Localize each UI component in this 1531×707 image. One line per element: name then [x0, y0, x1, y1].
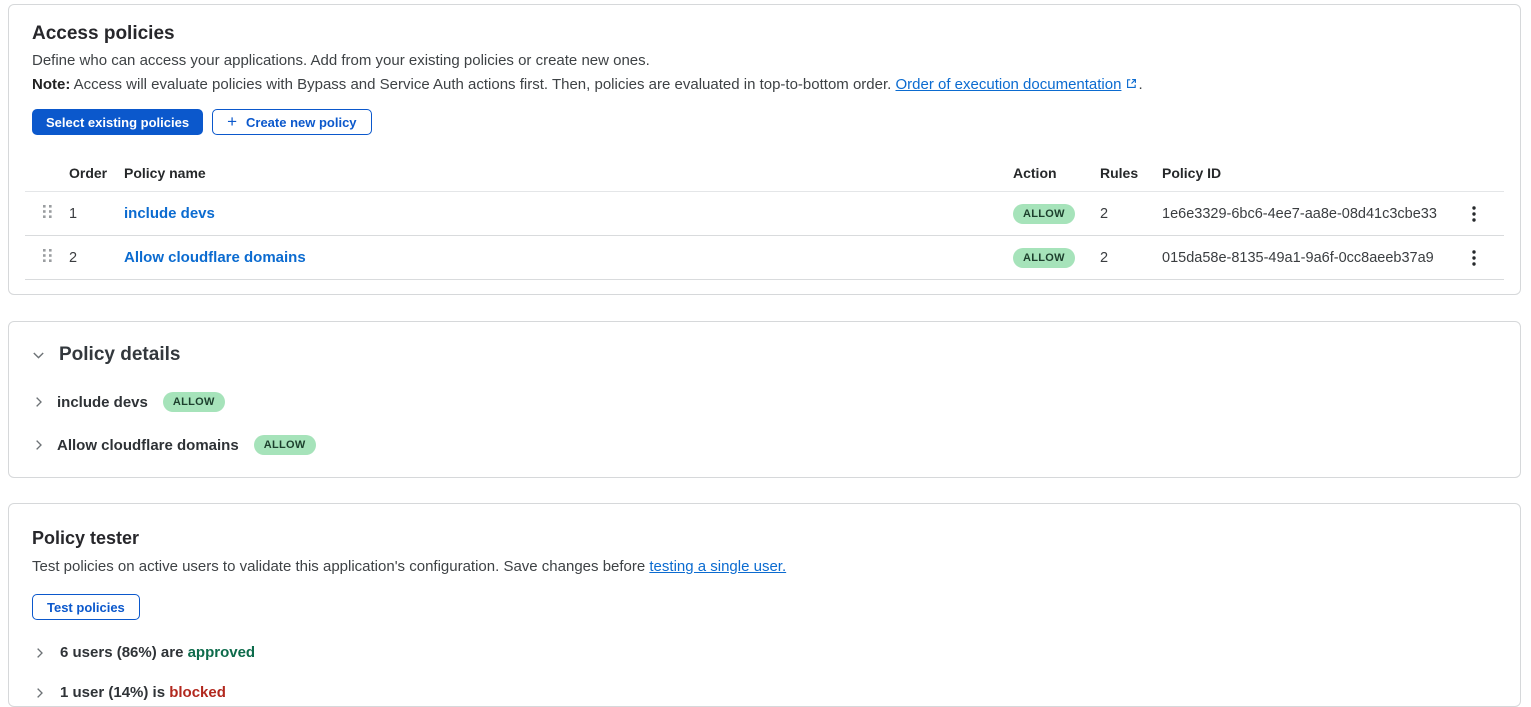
policy-detail-name: include devs	[57, 394, 148, 411]
policy-tester-description: Test policies on active users to validat…	[32, 558, 1504, 575]
create-new-policy-button[interactable]: + Create new policy	[212, 109, 371, 135]
policy-tester-title: Policy tester	[32, 528, 1504, 549]
drag-column-header	[25, 161, 69, 192]
access-policies-description: Define who can access your applications.…	[32, 52, 1504, 69]
note-suffix: .	[1138, 76, 1142, 93]
chevron-down-icon	[31, 348, 46, 363]
policy-tester-toolbar: Test policies	[32, 594, 1504, 620]
action-badge: ALLOW	[163, 392, 225, 412]
policy-name-column-header: Policy name	[124, 161, 1013, 192]
policy-id-column-header: Policy ID	[1162, 161, 1464, 192]
policy-details-toggle[interactable]: Policy details	[31, 344, 1504, 366]
policy-detail-name: Allow cloudflare domains	[57, 437, 239, 454]
access-policies-card: Access policies Define who can access yo…	[8, 4, 1521, 295]
drag-handle-icon[interactable]	[39, 245, 56, 266]
policy-detail-item[interactable]: Allow cloudflare domains ALLOW	[32, 435, 1504, 455]
policy-name-link[interactable]: Allow cloudflare domains	[124, 249, 306, 266]
policy-actions-toolbar: Select existing policies + Create new pol…	[32, 109, 1504, 135]
access-policies-note: Note: Access will evaluate policies with…	[32, 76, 1504, 94]
policy-tester-card: Policy tester Test policies on active us…	[8, 503, 1521, 707]
policy-name-link[interactable]: include devs	[124, 205, 215, 222]
policy-details-card: Policy details include devs ALLOW Allow …	[8, 321, 1521, 478]
menu-column-header	[1464, 161, 1504, 192]
action-badge: ALLOW	[1013, 248, 1075, 268]
note-text: Access will evaluate policies with Bypas…	[70, 76, 895, 93]
policy-order: 1	[69, 192, 124, 236]
result-status: approved	[188, 644, 256, 661]
note-label: Note:	[32, 76, 70, 93]
tester-result-text: 6 users (86%) are approved	[60, 644, 255, 661]
test-policies-button[interactable]: Test policies	[32, 594, 140, 620]
policy-details-title: Policy details	[59, 344, 180, 366]
create-new-policy-label: Create new policy	[246, 115, 357, 130]
tester-result-row[interactable]: 6 users (86%) are approved	[33, 644, 1504, 661]
policies-table-header-row: Order Policy name Action Rules Policy ID	[25, 161, 1504, 192]
access-policies-title: Access policies	[32, 23, 1504, 45]
policy-rules-count: 2	[1100, 192, 1162, 236]
policy-order: 2	[69, 236, 124, 280]
policies-table: Order Policy name Action Rules Policy ID…	[25, 161, 1504, 280]
drag-handle-icon[interactable]	[39, 201, 56, 222]
policy-detail-item[interactable]: include devs ALLOW	[32, 392, 1504, 412]
testing-single-user-link[interactable]: testing a single user.	[649, 558, 786, 575]
plus-icon: +	[227, 113, 237, 130]
action-badge: ALLOW	[1013, 204, 1075, 224]
table-row: 1 include devs ALLOW 2 1e6e3329-6bc6-4ee…	[25, 192, 1504, 236]
chevron-right-icon	[32, 438, 46, 452]
rules-column-header: Rules	[1100, 161, 1162, 192]
policy-rules-count: 2	[1100, 236, 1162, 280]
policy-id: 1e6e3329-6bc6-4ee7-aa8e-08d41c3cbe33	[1162, 192, 1464, 236]
order-column-header: Order	[69, 161, 124, 192]
result-count-text: 6 users (86%) are	[60, 644, 188, 661]
policy-id: 015da58e-8135-49a1-9a6f-0cc8aeeb37a9	[1162, 236, 1464, 280]
row-menu-kebab-icon[interactable]	[1464, 246, 1484, 270]
policy-tester-description-text: Test policies on active users to validat…	[32, 558, 649, 575]
chevron-right-icon	[33, 646, 47, 660]
page: Access policies Define who can access yo…	[0, 0, 1531, 707]
order-of-execution-link[interactable]: Order of execution documentation	[895, 76, 1121, 93]
action-badge: ALLOW	[254, 435, 316, 455]
action-column-header: Action	[1013, 161, 1100, 192]
row-menu-kebab-icon[interactable]	[1464, 202, 1484, 226]
external-link-icon	[1125, 77, 1138, 94]
chevron-right-icon	[32, 395, 46, 409]
table-row: 2 Allow cloudflare domains ALLOW 2 015da…	[25, 236, 1504, 280]
select-existing-policies-button[interactable]: Select existing policies	[32, 109, 203, 135]
